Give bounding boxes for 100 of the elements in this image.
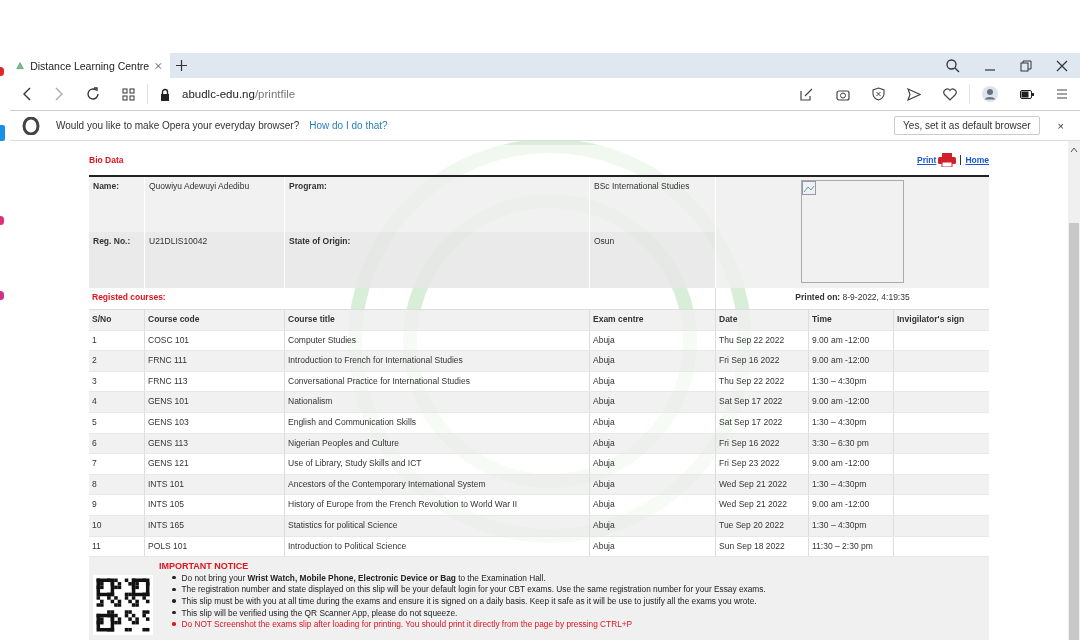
table-cell: 3:30 – 6:30 pm: [812, 437, 869, 448]
table-cell: Abuja: [593, 499, 615, 510]
field-value: Quowiyu Adewuyi Adedibu: [149, 181, 250, 191]
table-cell: Abuja: [593, 334, 615, 345]
new-tab-icon[interactable]: [176, 60, 187, 71]
table-cell: 9: [92, 499, 97, 510]
table-cell: Abuja: [593, 458, 615, 469]
qr-code-icon: [93, 575, 153, 636]
table-cell: Introduction to French for International Studies: [288, 355, 463, 366]
field-value: BSc International Studies: [594, 181, 690, 191]
default-browser-button[interactable]: Yes, set it as default browser: [894, 116, 1040, 135]
table-cell: Use of Library, Study Skills and ICT: [288, 458, 422, 469]
bullet-icon: [172, 610, 176, 615]
home-link[interactable]: Home: [965, 155, 989, 165]
opera-logo-icon: [22, 116, 40, 135]
back-icon[interactable]: [22, 87, 32, 101]
lock-icon: [160, 87, 170, 101]
battery-icon[interactable]: [1020, 89, 1034, 99]
printed-label: Printed on:: [795, 292, 841, 302]
table-cell: FRNC 111: [148, 355, 187, 366]
column-header: Exam centre: [593, 314, 644, 324]
table-cell: 1:30 – 4:30pm: [812, 416, 867, 427]
table-cell: Abuja: [593, 396, 615, 407]
table-cell: 9.00 am -12:00: [812, 499, 870, 510]
table-cell: English and Communication Skills: [288, 416, 417, 427]
table-cell: FRNC 113: [148, 375, 188, 386]
bullet-icon: [172, 575, 176, 580]
reload-icon[interactable]: [86, 87, 100, 101]
table-cell: COSC 101: [148, 334, 190, 345]
scrollbar-thumb[interactable]: [1069, 223, 1079, 640]
table-cell: 6: [92, 437, 97, 448]
table-cell: 10: [92, 519, 102, 530]
print-link[interactable]: Print: [917, 155, 937, 165]
section-title: Bio Data: [89, 155, 124, 165]
field-label: Reg. No.:: [93, 236, 131, 246]
infobar-message: Would you like to make Opera your everyday browser?: [56, 120, 300, 131]
field-value: Osun: [594, 236, 615, 246]
notice-item: The registration number and state displayed on this slip will be your default login for your CBT exams. Use the same registration number for your Essay exams.: [181, 584, 766, 595]
table-cell: 8: [92, 478, 97, 489]
table-cell: GENS 113: [148, 437, 188, 448]
search-icon[interactable]: [946, 58, 960, 73]
avatar-icon[interactable]: [982, 86, 998, 102]
close-tab-icon[interactable]: [155, 60, 162, 71]
shield-icon[interactable]: [872, 87, 885, 101]
heart-icon[interactable]: [943, 87, 957, 101]
close-icon[interactable]: [1056, 59, 1068, 72]
bullet-icon: [172, 622, 176, 626]
table-cell: 11:30 – 2:30 pm: [812, 540, 873, 551]
column-header: Course code: [148, 314, 200, 324]
help-link[interactable]: How do I do that?: [309, 120, 388, 131]
table-cell: Fri Sep 23 2022: [719, 458, 780, 469]
table-cell: Fri Sep 16 2022: [719, 437, 780, 448]
table-cell: GENS 103: [148, 416, 189, 427]
table-cell: Abuja: [593, 416, 615, 427]
notice-item: This slip must be with you at all time during the exams and ensure it is signed on a daily basis. Keep it safe as it will be use to justify all the exams you wrote.: [181, 595, 757, 606]
table-cell: 3: [92, 375, 97, 386]
table-cell: Sat Sep 17 2022: [719, 416, 783, 427]
notice-item: Do NOT Screenshot the exams slip after loading for printing. You should print it directly from the page by pressing CTRL+P: [181, 619, 633, 630]
camera-icon[interactable]: [836, 87, 850, 101]
table-cell: 1: [92, 334, 97, 345]
table-cell: Sat Sep 17 2022: [719, 396, 783, 407]
column-header: Time: [812, 314, 832, 324]
table-cell: Computer Studies: [288, 334, 357, 345]
notice-item: Do not bring your Wrist Watch, Mobile Phone, Electronic Device or Bag to the Examination Hall.: [181, 572, 546, 583]
table-cell: Abuja: [593, 540, 615, 551]
table-cell: Conversational Practice for International Studies: [288, 375, 470, 386]
address-field[interactable]: abudlc-edu.ng/printfile: [182, 88, 296, 100]
browser-tab[interactable]: Distance Learning Centre: [10, 53, 170, 78]
field-label: State of Origin:: [289, 236, 351, 246]
table-cell: Abuja: [593, 437, 615, 448]
table-cell: Abuja: [593, 375, 615, 386]
edit-icon[interactable]: [800, 87, 814, 101]
table-cell: 9.00 am -12:00: [812, 355, 870, 366]
scroll-up-icon[interactable]: [1070, 147, 1078, 153]
column-header: Course title: [288, 314, 335, 324]
table-cell: Thu Sep 22 2022: [719, 375, 785, 386]
bullet-icon: [172, 587, 176, 592]
table-cell: 1:30 – 4:30pm: [812, 375, 867, 386]
printer-icon[interactable]: [938, 153, 957, 167]
table-cell: 9.00 am -12:00: [812, 396, 870, 407]
table-cell: 9.00 am -12:00: [812, 458, 870, 469]
table-cell: GENS 101: [148, 396, 189, 407]
grid-icon[interactable]: [122, 87, 135, 101]
table-cell: Nationalism: [288, 396, 333, 407]
send-icon[interactable]: [907, 87, 921, 101]
section-title: Registed courses:: [92, 292, 166, 302]
table-cell: INTS 101: [148, 478, 184, 489]
close-infobar-button[interactable]: ×: [1053, 119, 1068, 132]
table-cell: Sun Sep 18 2022: [719, 540, 785, 551]
settings-icon[interactable]: [1056, 88, 1068, 100]
table-cell: Thu Sep 22 2022: [719, 334, 785, 345]
table-cell: 2: [92, 355, 97, 366]
table-cell: GENS 121: [148, 458, 189, 469]
table-cell: 9.00 am -12:00: [812, 334, 870, 345]
table-cell: Tue Sep 20 2022: [719, 519, 784, 530]
column-header: Invigilator's sign: [897, 314, 965, 324]
table-cell: 5: [92, 416, 97, 427]
table-cell: Abuja: [593, 478, 615, 489]
restore-icon[interactable]: [1020, 59, 1032, 72]
table-cell: Fri Sep 16 2022: [719, 355, 780, 366]
